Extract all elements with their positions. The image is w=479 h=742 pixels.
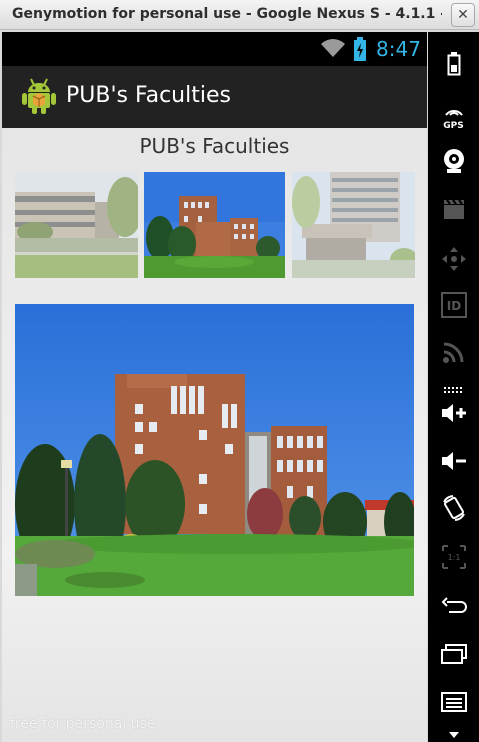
camera-icon[interactable] bbox=[428, 148, 479, 178]
action-bar-title: PUB's Faculties bbox=[66, 83, 231, 108]
selected-faculty-photo bbox=[15, 304, 414, 596]
status-clock: 8:47 bbox=[376, 37, 421, 61]
id-icon[interactable]: ID bbox=[428, 292, 479, 322]
window-title-bar: Genymotion for personal use - Google Nex… bbox=[0, 0, 479, 30]
main-content: PUB's Faculties free for personal use bbox=[2, 128, 427, 742]
rotate-icon[interactable] bbox=[428, 494, 479, 526]
page-heading: PUB's Faculties bbox=[139, 134, 290, 158]
gps-label: GPS bbox=[443, 121, 464, 131]
window-title: Genymotion for personal use - Google Nex… bbox=[12, 6, 442, 22]
scroll-down-arrow[interactable] bbox=[428, 724, 479, 742]
android-app-icon[interactable] bbox=[22, 78, 56, 118]
faculty-thumbnail-1[interactable] bbox=[15, 172, 138, 278]
dpad-icon[interactable] bbox=[428, 246, 479, 276]
faculty-thumbnail-3[interactable] bbox=[292, 172, 415, 278]
device-screen: 8:47 PUB's Faculties PUB's Faculties fre… bbox=[2, 32, 427, 742]
wifi-icon bbox=[320, 38, 346, 62]
recent-apps-icon[interactable] bbox=[428, 644, 479, 668]
watermark-text: free for personal use bbox=[10, 716, 156, 732]
toolbar-divider-1 bbox=[428, 378, 479, 397]
battery-charging-icon bbox=[353, 37, 367, 65]
close-window-button[interactable]: ✕ bbox=[451, 3, 475, 27]
scale-icon[interactable]: 1:1 bbox=[428, 544, 479, 574]
rss-icon[interactable] bbox=[428, 340, 479, 368]
menu-icon[interactable] bbox=[428, 692, 479, 716]
capture-icon[interactable] bbox=[428, 198, 479, 224]
id-label: ID bbox=[446, 299, 460, 313]
action-bar: PUB's Faculties bbox=[2, 66, 427, 128]
gps-icon[interactable]: GPS bbox=[428, 102, 479, 131]
battery-tool-icon[interactable] bbox=[428, 52, 479, 80]
status-bar: 8:47 bbox=[2, 32, 427, 66]
volume-up-icon[interactable] bbox=[428, 402, 479, 428]
volume-down-icon[interactable] bbox=[428, 450, 479, 476]
scale-label: 1:1 bbox=[447, 553, 460, 562]
emulator-toolbar: GPS ID 1:1 bbox=[428, 32, 479, 742]
back-icon[interactable] bbox=[428, 596, 479, 618]
faculty-thumbnail-2[interactable] bbox=[144, 172, 285, 278]
